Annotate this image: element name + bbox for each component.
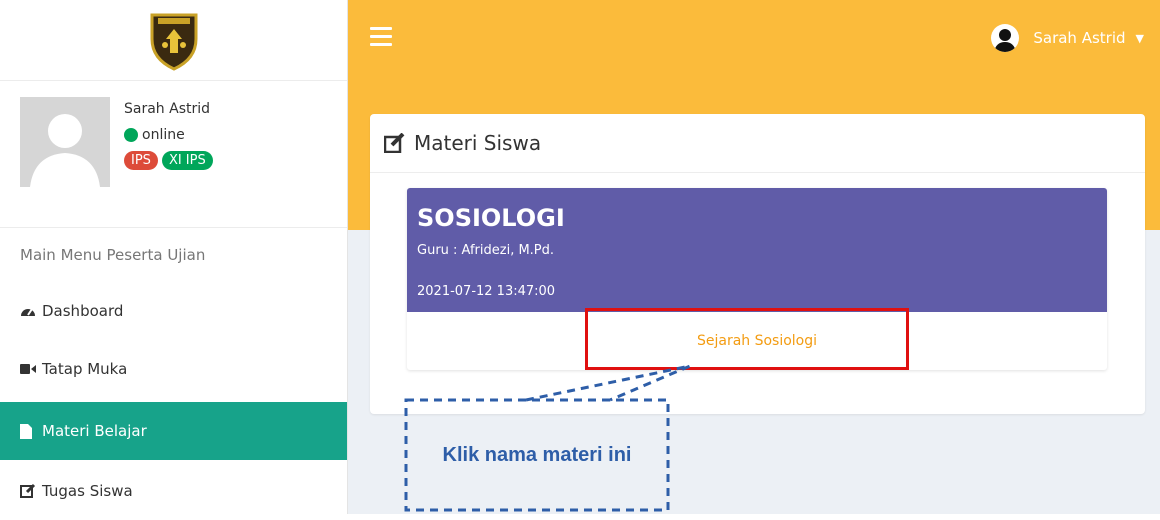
- callout-label: Klik nama materi ini: [442, 444, 632, 466]
- box-header: Materi Siswa: [370, 114, 1145, 173]
- highlight-rectangle: [585, 308, 909, 370]
- avatar: [20, 97, 110, 187]
- menu-toggle-icon[interactable]: [370, 27, 392, 51]
- user-badges: IPS XI IPS: [124, 151, 213, 170]
- badge-class: XI IPS: [161, 151, 213, 170]
- badge-major: IPS: [124, 151, 158, 170]
- sidebar-item-label: Tatap Muka: [42, 360, 128, 378]
- subject-title: SOSIOLOGI: [417, 204, 565, 232]
- sidebar-item-tatap-muka[interactable]: Tatap Muka: [0, 340, 347, 398]
- user-silhouette-icon: [30, 114, 100, 187]
- status-text: online: [142, 127, 185, 143]
- online-status-icon: [124, 128, 138, 142]
- dashboard-icon: [20, 304, 40, 318]
- sidebar-item-tugas-siswa[interactable]: Tugas Siswa: [0, 462, 347, 520]
- box-title: Materi Siswa: [414, 131, 542, 155]
- top-navbar: Sarah Astrid ▼: [348, 0, 1160, 80]
- topbar-user-name: Sarah Astrid: [1033, 29, 1126, 47]
- sidebar-item-label: Dashboard: [42, 302, 124, 320]
- sidebar-item-materi-belajar[interactable]: Materi Belajar: [0, 402, 347, 460]
- caret-down-icon: ▼: [1135, 31, 1144, 45]
- sidebar-item-label: Materi Belajar: [42, 422, 147, 440]
- card-header: SOSIOLOGI Guru : Afridezi, M.Pd. 2021-07…: [407, 188, 1107, 312]
- logo-area: [0, 0, 347, 81]
- user-name: Sarah Astrid: [124, 101, 211, 117]
- user-status: online: [124, 127, 185, 143]
- material-date: 2021-07-12 13:47:00: [417, 284, 556, 299]
- video-camera-icon: [20, 363, 40, 375]
- user-panel: Sarah Astrid online IPS XI IPS: [0, 81, 347, 228]
- user-avatar-icon: [991, 24, 1020, 52]
- sidebar-item-label: Tugas Siswa: [42, 482, 133, 500]
- user-menu-dropdown[interactable]: Sarah Astrid ▼: [991, 24, 1144, 52]
- edit-icon: [20, 483, 40, 499]
- menu-header: Main Menu Peserta Ujian: [20, 246, 206, 264]
- school-shield-logo-icon[interactable]: [148, 9, 200, 71]
- file-icon: [20, 423, 40, 439]
- edit-icon: [384, 133, 406, 153]
- sidebar-item-dashboard[interactable]: Dashboard: [0, 282, 347, 340]
- teacher-name: Guru : Afridezi, M.Pd.: [417, 243, 555, 258]
- sidebar: Sarah Astrid online IPS XI IPS Main Menu…: [0, 0, 348, 514]
